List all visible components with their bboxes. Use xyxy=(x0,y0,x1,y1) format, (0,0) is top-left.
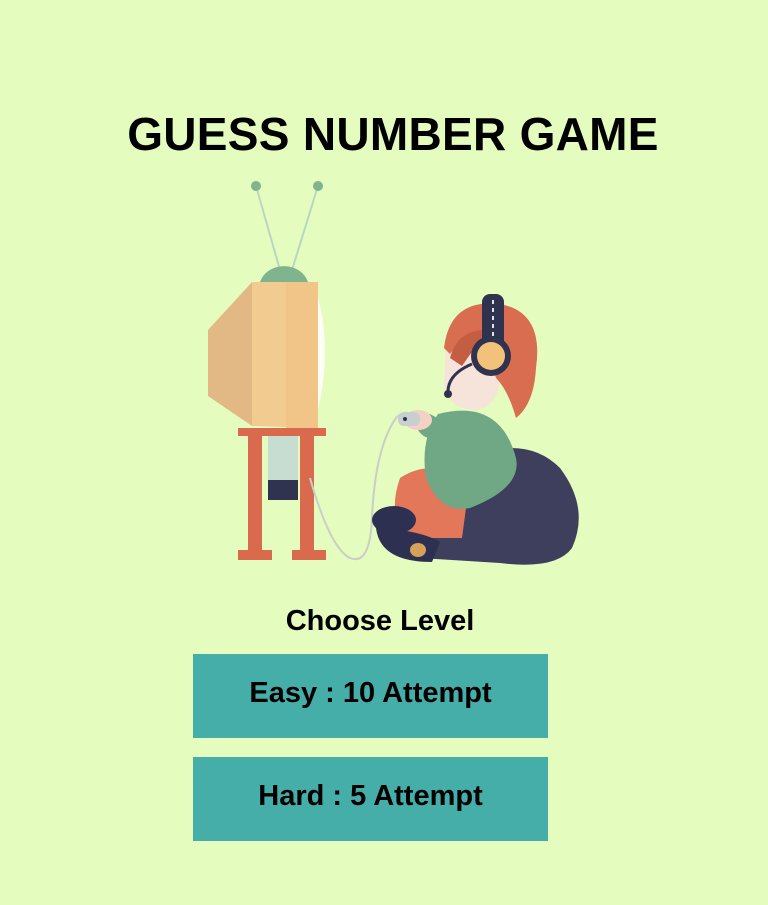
gamer-with-tv-icon xyxy=(208,181,579,565)
choose-level-label: Choose Level xyxy=(285,605,475,637)
easy-level-button[interactable]: Easy : 10 Attempt xyxy=(193,654,548,738)
hard-level-button[interactable]: Hard : 5 Attempt xyxy=(193,757,548,841)
page-title: GUESS NUMBER GAME xyxy=(127,108,659,160)
